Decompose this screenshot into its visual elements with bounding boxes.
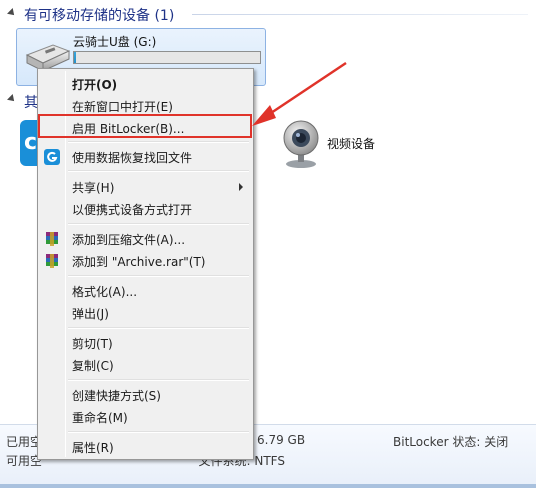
annotation-arrow-icon <box>252 61 347 126</box>
